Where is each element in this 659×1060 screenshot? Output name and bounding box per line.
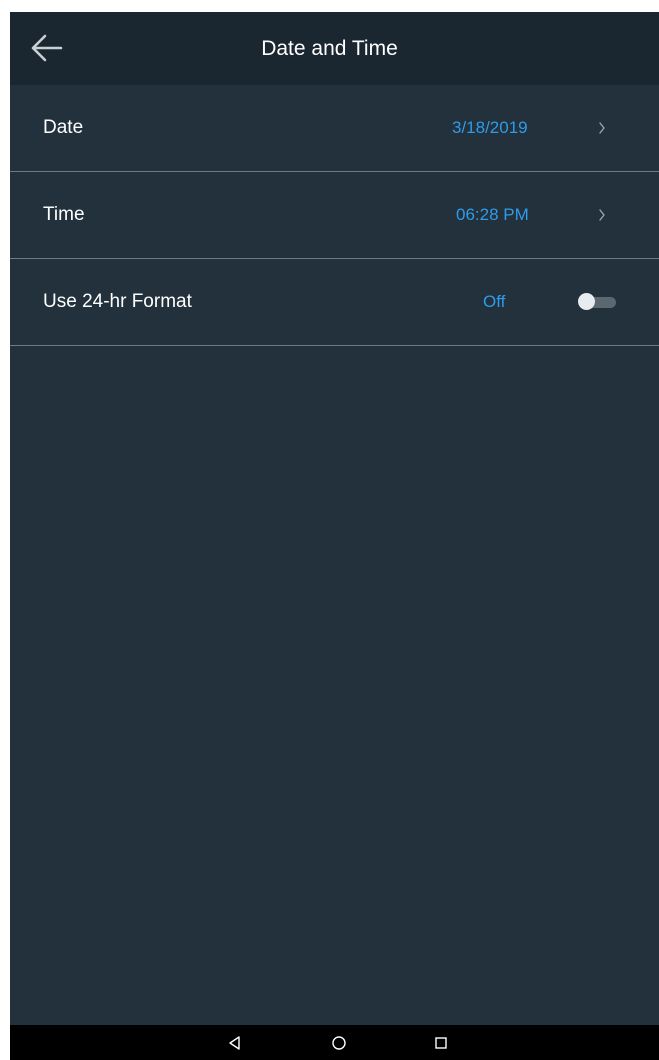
time-setting-row[interactable]: Time 06:28 PM <box>10 172 659 259</box>
date-label: Date <box>43 117 84 138</box>
chevron-right-icon <box>599 122 605 134</box>
screen: Date and Time Date 3/18/2019 Time 06:28 … <box>10 12 659 1060</box>
toggle-thumb <box>578 293 595 310</box>
settings-list: Date 3/18/2019 Time 06:28 PM Use 24-hr F… <box>10 85 659 346</box>
date-setting-row[interactable]: Date 3/18/2019 <box>10 85 659 172</box>
date-value: 3/18/2019 <box>452 118 528 137</box>
nav-recents-icon <box>435 1037 447 1049</box>
nav-home-icon <box>332 1036 346 1050</box>
time-value: 06:28 PM <box>456 205 529 224</box>
nav-back-button[interactable] <box>220 1029 250 1057</box>
nav-home-button[interactable] <box>324 1029 354 1057</box>
24hr-format-label: Use 24-hr Format <box>43 291 192 312</box>
time-label: Time <box>43 204 85 225</box>
arrow-left-icon <box>31 34 63 62</box>
page-title: Date and Time <box>261 37 398 60</box>
24hr-format-row: Use 24-hr Format Off <box>10 259 659 346</box>
back-button[interactable] <box>24 28 68 68</box>
nav-recents-button[interactable] <box>426 1029 456 1057</box>
app-header: Date and Time <box>10 12 659 85</box>
system-nav-bar <box>10 1025 659 1060</box>
24hr-format-status: Off <box>483 292 506 311</box>
chevron-right-icon <box>599 209 605 221</box>
24hr-format-toggle[interactable] <box>578 293 618 311</box>
nav-back-icon <box>229 1036 240 1050</box>
